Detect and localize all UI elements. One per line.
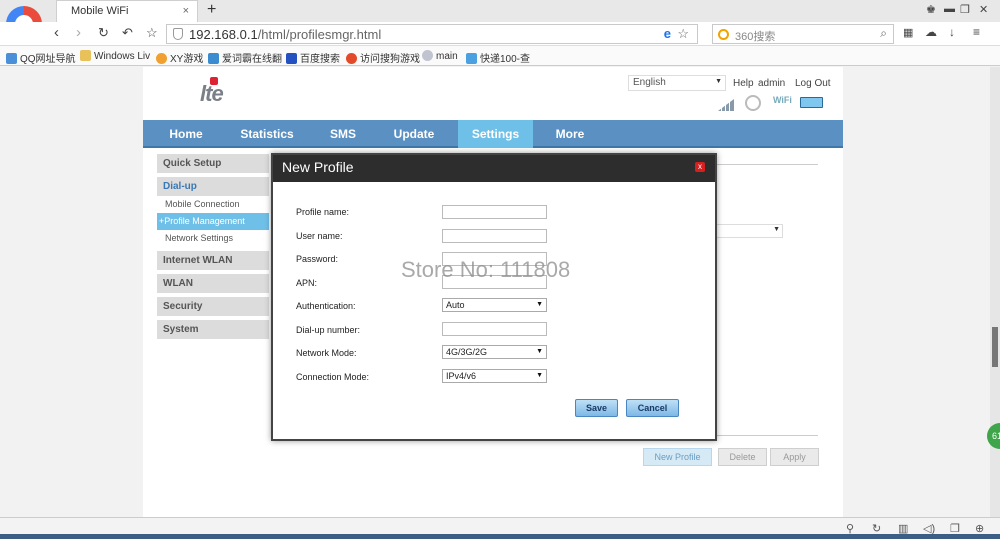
nav-statistics[interactable]: Statistics bbox=[229, 120, 305, 148]
sidebar-system[interactable]: System bbox=[157, 320, 269, 339]
shirt-icon[interactable]: ♚ bbox=[926, 3, 936, 16]
nav-home[interactable]: Home bbox=[157, 120, 215, 148]
bookmark-item[interactable]: XY游戏 bbox=[156, 50, 203, 65]
bookmark-item[interactable]: 访问搜狗游戏 bbox=[346, 50, 420, 65]
dialog-title: New Profile bbox=[282, 159, 354, 175]
reload-icon[interactable]: ↻ bbox=[98, 25, 109, 41]
apply-button[interactable]: Apply bbox=[770, 448, 819, 466]
connection-mode-label: Connection Mode: bbox=[296, 372, 370, 382]
scroll-thumb[interactable] bbox=[992, 327, 998, 367]
globe-icon bbox=[745, 95, 761, 111]
browser-nav-bar: ‹ › ↻ ↶ ☆ 192.168.0.1/html/profilesmgr.h… bbox=[0, 22, 1000, 46]
bookmark-item[interactable]: QQ网址导航 bbox=[6, 50, 76, 65]
download-icon[interactable]: ↓ bbox=[949, 25, 955, 39]
search-icon[interactable]: ⌕ bbox=[880, 26, 887, 41]
ie-mode-icon[interactable]: e bbox=[664, 26, 671, 41]
address-bar[interactable]: 192.168.0.1/html/profilesmgr.html e ☆ bbox=[166, 24, 698, 44]
bookmark-item[interactable]: Windows Liv bbox=[80, 50, 150, 62]
new-profile-button[interactable]: New Profile bbox=[643, 448, 712, 466]
page-scrollbar[interactable] bbox=[990, 67, 1000, 517]
menu-icon[interactable]: ≡ bbox=[973, 25, 980, 39]
sidebar-quick-setup[interactable]: Quick Setup bbox=[157, 154, 269, 173]
shield-icon bbox=[173, 28, 183, 40]
profile-select[interactable] bbox=[713, 224, 783, 238]
bookmark-item[interactable]: 快递100-查 bbox=[466, 50, 530, 65]
authentication-select[interactable]: Auto bbox=[442, 298, 547, 312]
authentication-label: Authentication: bbox=[296, 301, 356, 311]
status-icons: WiFi bbox=[718, 95, 828, 111]
browser-tab[interactable]: Mobile WiFi × bbox=[56, 0, 198, 22]
wifi-icon: WiFi bbox=[773, 95, 792, 105]
sidebar-dialup[interactable]: Dial-up bbox=[157, 177, 269, 196]
battery-icon bbox=[800, 97, 823, 108]
bookmarks-bar: QQ网址导航 Windows Liv XY游戏 爱词霸在线翻 百度搜索 访问搜狗… bbox=[0, 46, 1000, 66]
profile-name-label: Profile name: bbox=[296, 207, 350, 217]
new-tab-button[interactable]: + bbox=[207, 1, 216, 19]
window-close-icon[interactable]: ✕ bbox=[979, 3, 988, 16]
store-watermark: Store No: 111808 bbox=[401, 257, 571, 282]
minimize-icon[interactable]: ▬ bbox=[944, 3, 955, 15]
bookmark-item[interactable]: 百度搜索 bbox=[286, 50, 340, 65]
connection-mode-select[interactable]: IPv4/v6 bbox=[442, 369, 547, 383]
cancel-button[interactable]: Cancel bbox=[626, 399, 679, 417]
profile-name-input[interactable] bbox=[442, 205, 547, 219]
delete-button[interactable]: Delete bbox=[718, 448, 767, 466]
search-box[interactable]: 360搜索 ⌕ bbox=[712, 24, 894, 44]
nav-settings[interactable]: Settings bbox=[458, 120, 533, 148]
nav-update[interactable]: Update bbox=[383, 120, 445, 148]
apps-grid-icon[interactable]: ▦ bbox=[903, 26, 913, 39]
sidebar-profile-management[interactable]: +Profile Management bbox=[157, 213, 269, 230]
taskbar-strip bbox=[0, 534, 1000, 539]
logout-link[interactable]: Log Out bbox=[795, 78, 831, 89]
user-name-label: User name: bbox=[296, 231, 343, 241]
save-button[interactable]: Save bbox=[575, 399, 618, 417]
dialup-number-input[interactable] bbox=[442, 322, 547, 336]
bookmark-item[interactable]: main bbox=[422, 50, 458, 62]
tab-title: Mobile WiFi bbox=[71, 5, 129, 17]
sidebar-security[interactable]: Security bbox=[157, 297, 269, 316]
sidebar-internet-wlan[interactable]: Internet WLAN bbox=[157, 251, 269, 270]
dialup-number-label: Dial-up number: bbox=[296, 325, 361, 335]
network-mode-label: Network Mode: bbox=[296, 348, 357, 358]
user-name-input[interactable] bbox=[442, 229, 547, 243]
close-icon[interactable]: x bbox=[695, 162, 705, 172]
lte-logo: lte bbox=[200, 77, 224, 106]
favorite-icon[interactable]: ☆ bbox=[146, 25, 158, 41]
forward-icon[interactable]: › bbox=[76, 24, 81, 41]
search-input[interactable]: 360搜索 bbox=[735, 28, 775, 44]
cloud-icon[interactable]: ☁ bbox=[925, 25, 937, 39]
back-icon[interactable]: ‹ bbox=[54, 24, 59, 41]
network-mode-select[interactable]: 4G/3G/2G bbox=[442, 345, 547, 359]
tab-close-icon[interactable]: × bbox=[183, 5, 189, 17]
apn-label: APN: bbox=[296, 278, 318, 288]
360-search-icon bbox=[718, 29, 729, 40]
language-select[interactable]: English bbox=[628, 75, 726, 91]
sidebar-network-settings[interactable]: Network Settings bbox=[157, 230, 269, 247]
sidebar-wlan[interactable]: WLAN bbox=[157, 274, 269, 293]
bookmark-star-icon[interactable]: ☆ bbox=[677, 26, 689, 42]
nav-sms[interactable]: SMS bbox=[317, 120, 369, 148]
bookmark-item[interactable]: 爱词霸在线翻 bbox=[208, 50, 282, 65]
help-link[interactable]: Help bbox=[733, 78, 754, 89]
url-text: 192.168.0.1/html/profilesmgr.html bbox=[189, 27, 382, 42]
undo-icon[interactable]: ↶ bbox=[122, 25, 133, 41]
dialog-header: New Profile x bbox=[273, 155, 715, 182]
sidebar-mobile-connection[interactable]: Mobile Connection bbox=[157, 196, 269, 213]
main-nav: Home Statistics SMS Update Settings More bbox=[143, 120, 843, 148]
settings-sidebar: Quick Setup Dial-up Mobile Connection +P… bbox=[157, 154, 269, 343]
admin-link[interactable]: admin bbox=[758, 78, 785, 89]
signal-strength-icon bbox=[718, 99, 734, 111]
password-label: Password: bbox=[296, 254, 339, 264]
browser-tab-bar: Mobile WiFi × + ♚ ▬ ❐ ✕ bbox=[0, 0, 1000, 22]
new-profile-dialog: New Profile x Profile name: User name: P… bbox=[271, 153, 717, 441]
nav-more[interactable]: More bbox=[541, 120, 599, 148]
maximize-icon[interactable]: ❐ bbox=[960, 3, 970, 16]
